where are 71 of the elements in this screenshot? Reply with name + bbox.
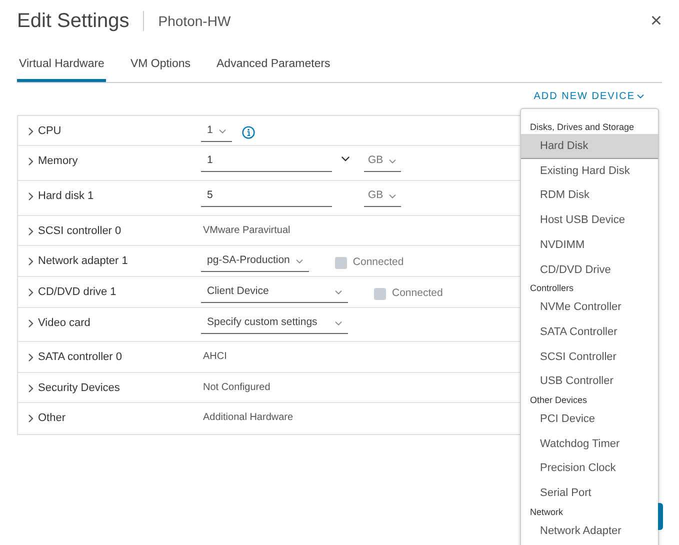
vm-name: Photon-HW (158, 12, 231, 30)
add-device-button[interactable]: ADD NEW DEVICE (534, 89, 644, 104)
row-value: Additional Hardware (202, 411, 294, 426)
dropdown-caret-icon[interactable] (341, 156, 350, 162)
expand-icon[interactable] (28, 384, 34, 393)
input-field[interactable]: 5 (201, 188, 332, 207)
row-label: SATA controller 0 (38, 350, 122, 366)
menu-item[interactable]: Host USB Device (521, 208, 658, 233)
menu-item[interactable]: USB Controller (521, 369, 658, 394)
primary-button[interactable] (658, 503, 663, 530)
caret-icon (296, 258, 303, 264)
info-icon[interactable] (242, 126, 255, 140)
row-value: VMware Paravirtual (202, 224, 290, 238)
expand-icon[interactable] (28, 127, 34, 136)
caret-icon (335, 320, 342, 326)
menu-item[interactable]: Serial Port (521, 480, 658, 506)
row-label: Network adapter 1 (38, 254, 128, 270)
dropdown[interactable]: Client Device (201, 284, 348, 303)
caret-icon (218, 128, 226, 134)
row-label: Hard disk 1 (38, 189, 94, 204)
checkbox-label: Connected (392, 286, 443, 301)
dialog-title: Edit Settings (17, 9, 130, 34)
row-label: SCSI controller 0 (38, 224, 122, 240)
caret-icon (389, 194, 396, 199)
row-label: Other (38, 411, 66, 426)
expand-icon[interactable] (28, 257, 34, 266)
menu-item[interactable]: Network Adapter (521, 518, 658, 544)
expand-icon[interactable] (28, 353, 34, 362)
expand-icon[interactable] (28, 288, 34, 297)
row-label: Memory (38, 154, 78, 170)
menu-item[interactable]: SATA Controller (521, 320, 658, 344)
menu-item[interactable]: NVDIMM (521, 232, 658, 258)
close-button[interactable]: × (650, 11, 662, 31)
dropdown[interactable]: Specify custom settings (201, 315, 348, 334)
row-value: Not Configured (202, 381, 270, 396)
menu-item[interactable]: Precision Clock (521, 456, 658, 481)
checkbox[interactable] (374, 288, 386, 300)
menu-item[interactable]: SCSI Controller (521, 344, 658, 370)
expand-icon[interactable] (28, 414, 34, 423)
caret-icon (389, 158, 396, 164)
menu-header: Controllers (529, 282, 575, 296)
menu-item[interactable]: Hard Disk (521, 134, 658, 159)
row-value: AHCI (202, 350, 227, 364)
unit-dropdown[interactable]: GB (364, 153, 401, 172)
input-field[interactable]: 1 (201, 153, 332, 172)
menu-item[interactable]: Watchdog Timer (521, 432, 658, 456)
unit-dropdown[interactable]: GB (364, 188, 401, 207)
menu-header: Other Devices (529, 394, 588, 407)
menu-header: Disks, Drives and Storage (529, 121, 636, 134)
expand-icon[interactable] (28, 157, 34, 166)
menu-item[interactable]: RDM Disk (521, 183, 658, 208)
menu-header: Network (529, 506, 564, 519)
expand-icon[interactable] (28, 192, 34, 201)
row-label: Security Devices (38, 381, 120, 396)
row-label: CD/DVD drive 1 (38, 285, 116, 300)
menu-item[interactable]: PCI Device (521, 406, 658, 432)
checkbox[interactable] (334, 256, 347, 269)
menu-item[interactable]: CD/DVD Drive (521, 257, 658, 282)
menu-item[interactable]: NVMe Controller (521, 295, 658, 320)
caret-icon (335, 290, 342, 295)
row-label: Video card (38, 316, 90, 332)
expand-icon[interactable] (28, 227, 34, 236)
tab[interactable]: Virtual Hardware (17, 52, 106, 82)
dropdown[interactable]: 1 (201, 123, 232, 142)
tab[interactable]: Advanced Parameters (214, 52, 332, 82)
menu-item[interactable]: Existing Hard Disk (521, 158, 658, 184)
expand-icon[interactable] (28, 319, 34, 328)
dropdown[interactable]: pg-SA-Production (201, 253, 309, 272)
checkbox-label: Connected (352, 254, 404, 270)
tab[interactable]: VM Options (128, 52, 193, 82)
row-label: CPU (38, 124, 62, 140)
